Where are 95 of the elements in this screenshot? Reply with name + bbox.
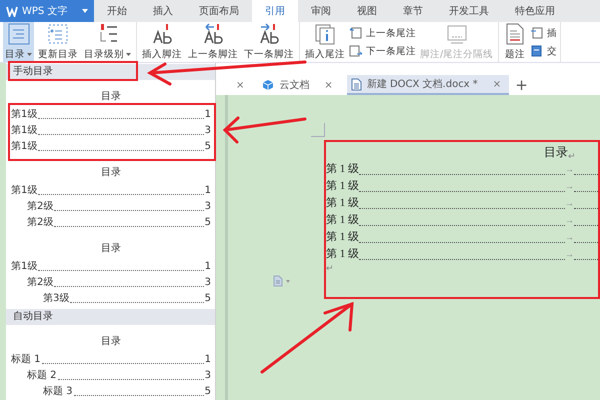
page-number: 1 xyxy=(204,184,211,198)
ribbon-icon xyxy=(202,23,224,45)
toc-entry: 第 1 级 xyxy=(326,196,359,211)
document-icon xyxy=(350,78,362,90)
toc-entry: 第 1 级 xyxy=(326,230,359,245)
toc-style-option[interactable]: 目录 第1级 1 第1级 3 第1级 5 xyxy=(6,80,211,156)
toc-style-option[interactable]: 目录 第1级 1 第2级 3 第3级 5 xyxy=(6,232,211,308)
page-number: 1 xyxy=(204,260,211,274)
entry-label: 标题 1 xyxy=(11,352,41,367)
preview-title: 目录 xyxy=(101,91,121,102)
caret-icon xyxy=(286,280,290,282)
tab-mark: → xyxy=(565,163,574,176)
entry-label: 第2级 xyxy=(27,216,54,230)
ribbon-icon xyxy=(530,26,544,40)
document-tab[interactable]: 新建 DOCX 文档.docx * × xyxy=(346,75,510,95)
ribbon-icon xyxy=(8,23,30,45)
page-number: 3 xyxy=(204,276,211,290)
ribbon-icon xyxy=(151,23,173,45)
page-number: 3 xyxy=(204,200,211,214)
cube-icon xyxy=(262,79,274,91)
caret-icon xyxy=(82,9,88,13)
ribbon-icon xyxy=(530,44,544,58)
toc-style-option[interactable]: 目录 标题 1 1 标题 2 3 标题 3 5 xyxy=(6,325,211,400)
ribbon-icon xyxy=(258,23,280,45)
entry-label: 第2级 xyxy=(27,200,54,214)
crop-mark-icon xyxy=(311,123,325,137)
tab-mark: → xyxy=(565,214,574,227)
ribbon-button[interactable]: 目录 xyxy=(3,22,34,62)
entry-label: 第1级 xyxy=(11,108,38,122)
entry-label: 标题 3 xyxy=(43,384,73,399)
close-button[interactable]: × xyxy=(236,80,244,90)
menu-tab[interactable]: 章节 xyxy=(390,0,436,22)
page-number: 5 xyxy=(204,216,211,230)
menu-tab[interactable]: 视图 xyxy=(344,0,390,22)
page-number: 1 xyxy=(204,108,211,122)
entry-label: 第1级 xyxy=(11,184,38,198)
ribbon-button[interactable]: 插入尾注 xyxy=(303,22,347,62)
entry-label: 第3级 xyxy=(43,292,70,306)
ribbon-button[interactable]: 交 xyxy=(530,44,558,58)
ribbon-button[interactable]: 下一条尾注 xyxy=(349,44,416,58)
toc-entry: 第 1 级 xyxy=(326,179,359,194)
menu-tab[interactable]: 开发工具 xyxy=(436,0,502,22)
page-number: 5 xyxy=(204,385,211,399)
entry-label: 第1级 xyxy=(11,124,38,138)
menu-tab[interactable]: 审阅 xyxy=(298,0,344,22)
document-tab[interactable]: × xyxy=(222,75,252,95)
document-icon xyxy=(273,275,283,287)
app-menu-button[interactable]: WPS 文字 xyxy=(0,0,94,22)
ribbon-icon xyxy=(349,44,363,58)
entry-label: 第2级 xyxy=(27,276,54,290)
close-button[interactable]: × xyxy=(324,80,333,90)
toc-style-option[interactable]: 目录 第1级 1 第2级 3 第2级 5 xyxy=(6,156,211,232)
preview-title: 目录 xyxy=(101,336,121,347)
menu-tab[interactable]: 开始 xyxy=(94,0,140,22)
close-button[interactable]: × xyxy=(492,78,502,90)
ribbon-button[interactable]: 上一条脚注 xyxy=(186,22,240,62)
paragraph-mark: ↵ xyxy=(325,263,335,275)
toc-entry: 第 1 级 xyxy=(326,247,359,262)
menu-tab[interactable]: 特色应用 xyxy=(502,0,568,22)
page-number: 3 xyxy=(204,369,211,383)
page-number: 5 xyxy=(204,292,211,306)
entry-label: 标题 2 xyxy=(27,368,57,383)
tab-mark: → xyxy=(565,197,574,210)
ribbon-button[interactable]: 下一条脚注 xyxy=(242,22,296,62)
entry-label: 第1级 xyxy=(11,140,38,154)
ribbon-button[interactable]: 插入脚注 xyxy=(140,22,184,62)
ribbon-button[interactable]: 更新目录 xyxy=(36,22,80,62)
ribbon-button[interactable]: 目录级别 xyxy=(82,22,133,62)
menu-tab[interactable]: 页面布局 xyxy=(186,0,252,22)
toc-entry: 第 1 级 xyxy=(326,213,359,228)
page-number: 1 xyxy=(204,353,211,367)
tab-mark: → xyxy=(565,180,574,193)
tab-mark: → xyxy=(565,248,574,261)
entry-label: 第1级 xyxy=(11,260,38,274)
document-heading: 目录 xyxy=(544,144,568,161)
preview-title: 目录 xyxy=(101,167,121,178)
ribbon-icon xyxy=(47,23,69,45)
ribbon-button[interactable]: 插 xyxy=(530,26,558,40)
page-number: 3 xyxy=(204,124,211,138)
paste-options-button[interactable] xyxy=(273,275,290,287)
paragraph-mark: ↵ xyxy=(568,151,576,161)
ribbon-button[interactable]: 题注 xyxy=(502,22,528,62)
document-tab[interactable]: 云文档 × xyxy=(258,75,341,95)
ribbon-icon xyxy=(349,26,363,40)
w-logo-icon xyxy=(6,6,18,16)
toc-entry: 第 1 级 xyxy=(326,162,359,177)
preview-title: 目录 xyxy=(101,243,121,254)
menu-tab[interactable]: 引用 xyxy=(252,0,298,22)
ribbon-button[interactable]: 上一条尾注 xyxy=(349,26,416,40)
new-tab-button[interactable]: + xyxy=(515,76,528,94)
ribbon-icon xyxy=(446,23,468,45)
tab-mark: → xyxy=(565,231,574,244)
menu-tab[interactable]: 插入 xyxy=(140,0,186,22)
page-number: 5 xyxy=(204,140,211,154)
section-header: 自动目录 xyxy=(6,309,215,325)
